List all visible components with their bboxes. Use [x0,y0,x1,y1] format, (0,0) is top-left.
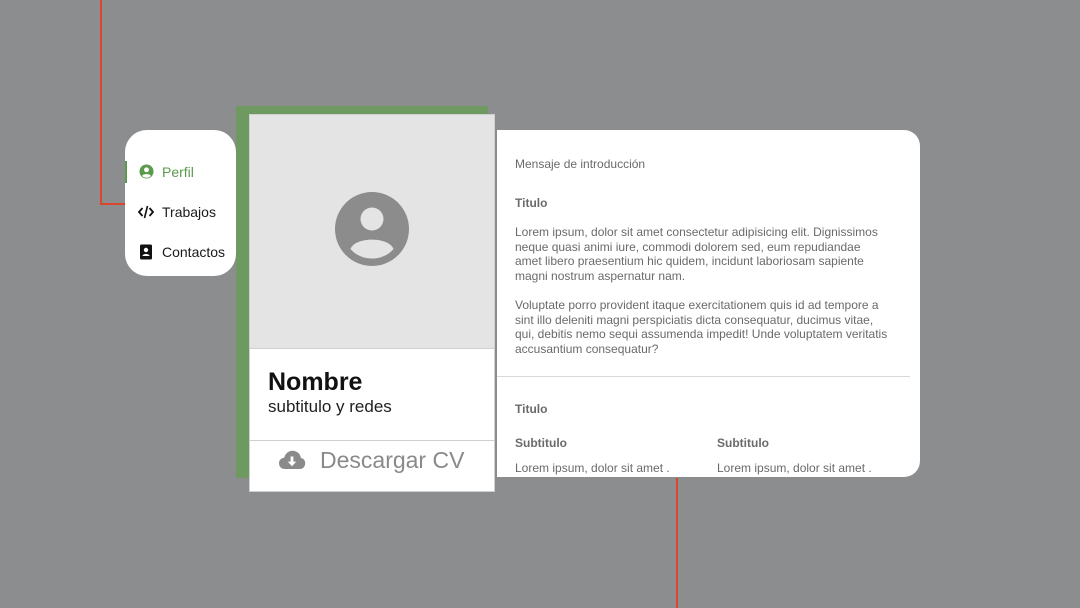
subsection-text: Lorem ipsum, dolor sit amet . [717,461,872,475]
section-paragraph: Lorem ipsum, dolor sit amet consectetur … [515,225,878,283]
profile-name-block: Nombre subtitulo y redes [250,349,494,441]
section-paragraph: Voluptate porro provident itaque exercit… [515,298,888,356]
code-icon [138,204,154,220]
profile-subtitle: subtitulo y redes [268,397,392,416]
nav-item-perfil[interactable]: Perfil [125,151,236,192]
nav-item-label: Trabajos [162,203,216,220]
download-cv-button[interactable]: Descargar CV [250,441,494,491]
subsection-title: Subtitulo [515,436,567,450]
intro-message: Mensaje de introducción [515,157,646,171]
subsection-title: Subtitulo [717,436,769,450]
section-title: Titulo [515,196,548,210]
guide-line-top-vertical [100,0,102,204]
user-avatar-icon [334,191,410,272]
subsection-column: Subtitulo Lorem ipsum, dolor sit amet . [717,436,907,475]
content-panel: Mensaje de introducción Titulo Lorem ips… [497,130,920,477]
nav-item-trabajos[interactable]: Trabajos [125,191,236,232]
nav-item-contactos[interactable]: Contactos [125,231,236,272]
guide-line-bottom-vertical [676,478,678,608]
profile-card: Nombre subtitulo y redes Descargar CV [249,114,495,492]
cloud-download-icon [278,449,306,473]
subsection-column: Subtitulo Lorem ipsum, dolor sit amet . [515,436,705,475]
download-cv-label: Descargar CV [320,447,465,473]
user-circle-icon [138,164,154,180]
nav-item-label: Contactos [162,243,226,260]
contact-book-icon [138,244,154,260]
profile-photo-area [250,115,494,349]
subsection-text: Lorem ipsum, dolor sit amet . [515,461,670,475]
section-divider [497,376,910,377]
profile-name: Nombre [268,368,363,396]
guide-line-top-horizontal [100,203,126,205]
side-nav: Perfil Trabajos Contactos [125,130,236,276]
section-title: Titulo [515,402,548,416]
nav-item-label: Perfil [162,163,194,180]
